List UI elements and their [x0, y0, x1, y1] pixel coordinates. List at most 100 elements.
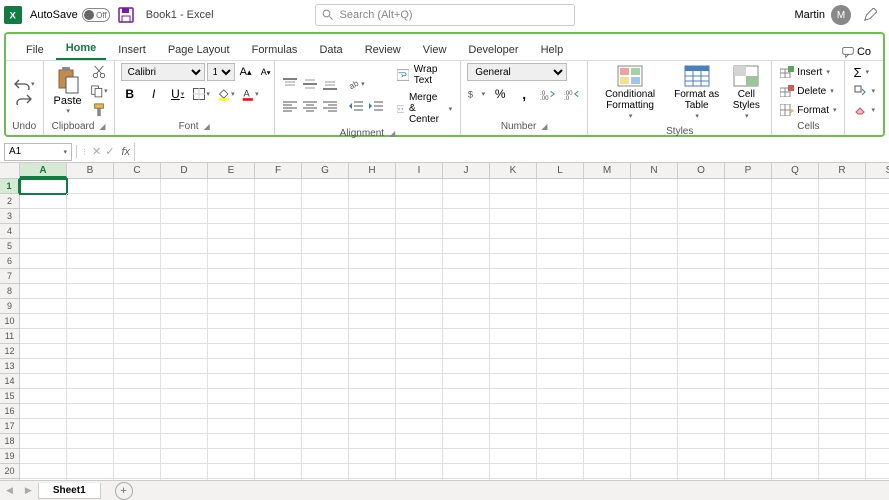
cell-N10[interactable] — [631, 314, 678, 329]
cell-M1[interactable] — [584, 179, 631, 194]
decrease-decimal-button[interactable]: .00.0 — [563, 85, 581, 103]
borders-button[interactable]: ▾ — [193, 85, 211, 103]
cell-C4[interactable] — [114, 224, 161, 239]
cell-E2[interactable] — [208, 194, 255, 209]
cell-S12[interactable] — [866, 344, 889, 359]
cell-R3[interactable] — [819, 209, 866, 224]
cancel-formula-button[interactable]: ✕ — [92, 145, 101, 158]
cell-I14[interactable] — [396, 374, 443, 389]
cell-E11[interactable] — [208, 329, 255, 344]
name-box[interactable]: A1 ▾ — [4, 143, 72, 161]
cell-R16[interactable] — [819, 404, 866, 419]
enter-formula-button[interactable]: ✓ — [105, 145, 114, 158]
cell-Q20[interactable] — [772, 464, 819, 479]
bold-button[interactable]: B — [121, 85, 139, 103]
cell-C9[interactable] — [114, 299, 161, 314]
column-header-I[interactable]: I — [396, 163, 443, 178]
cell-N6[interactable] — [631, 254, 678, 269]
cell-B12[interactable] — [67, 344, 114, 359]
number-launcher-icon[interactable]: ◢ — [541, 122, 547, 131]
cell-K9[interactable] — [490, 299, 537, 314]
cell-S1[interactable] — [866, 179, 889, 194]
cell-S5[interactable] — [866, 239, 889, 254]
cell-B19[interactable] — [67, 449, 114, 464]
cell-F6[interactable] — [255, 254, 302, 269]
cell-Q5[interactable] — [772, 239, 819, 254]
cell-J5[interactable] — [443, 239, 490, 254]
conditional-formatting-button[interactable]: Conditional Formatting▾ — [594, 63, 666, 124]
column-header-O[interactable]: O — [678, 163, 725, 178]
increase-indent-button[interactable] — [367, 97, 385, 115]
cell-J8[interactable] — [443, 284, 490, 299]
cell-K15[interactable] — [490, 389, 537, 404]
row-header-9[interactable]: 9 — [0, 299, 20, 314]
cell-G5[interactable] — [302, 239, 349, 254]
cell-M7[interactable] — [584, 269, 631, 284]
row-header-14[interactable]: 14 — [0, 374, 20, 389]
tab-home[interactable]: Home — [56, 38, 107, 60]
cell-N17[interactable] — [631, 419, 678, 434]
cell-J1[interactable] — [443, 179, 490, 194]
row-header-19[interactable]: 19 — [0, 449, 20, 464]
cell-D14[interactable] — [161, 374, 208, 389]
cell-E13[interactable] — [208, 359, 255, 374]
cell-S3[interactable] — [866, 209, 889, 224]
cell-O7[interactable] — [678, 269, 725, 284]
cell-K2[interactable] — [490, 194, 537, 209]
cell-A9[interactable] — [20, 299, 67, 314]
cell-P6[interactable] — [725, 254, 772, 269]
cells-area[interactable] — [20, 179, 889, 498]
cell-B2[interactable] — [67, 194, 114, 209]
formula-input[interactable] — [134, 143, 889, 161]
cell-Q17[interactable] — [772, 419, 819, 434]
cell-F10[interactable] — [255, 314, 302, 329]
cell-D12[interactable] — [161, 344, 208, 359]
column-header-S[interactable]: S — [866, 163, 889, 178]
cell-B20[interactable] — [67, 464, 114, 479]
cell-E5[interactable] — [208, 239, 255, 254]
cell-D3[interactable] — [161, 209, 208, 224]
cell-L6[interactable] — [537, 254, 584, 269]
row-header-8[interactable]: 8 — [0, 284, 20, 299]
cell-S13[interactable] — [866, 359, 889, 374]
cell-O3[interactable] — [678, 209, 725, 224]
row-header-3[interactable]: 3 — [0, 209, 20, 224]
cell-Q8[interactable] — [772, 284, 819, 299]
undo-button[interactable]: ▾ — [12, 77, 37, 91]
cell-S4[interactable] — [866, 224, 889, 239]
cell-P10[interactable] — [725, 314, 772, 329]
cell-D11[interactable] — [161, 329, 208, 344]
cell-M14[interactable] — [584, 374, 631, 389]
cell-E7[interactable] — [208, 269, 255, 284]
cell-M8[interactable] — [584, 284, 631, 299]
increase-decimal-button[interactable]: .0.00 — [539, 85, 557, 103]
cell-P8[interactable] — [725, 284, 772, 299]
cell-D20[interactable] — [161, 464, 208, 479]
cell-O18[interactable] — [678, 434, 725, 449]
cell-M18[interactable] — [584, 434, 631, 449]
cell-P5[interactable] — [725, 239, 772, 254]
select-all-corner[interactable] — [0, 163, 20, 179]
cell-G1[interactable] — [302, 179, 349, 194]
cell-G3[interactable] — [302, 209, 349, 224]
cell-I17[interactable] — [396, 419, 443, 434]
column-header-C[interactable]: C — [114, 163, 161, 178]
cell-H3[interactable] — [349, 209, 396, 224]
cell-Q10[interactable] — [772, 314, 819, 329]
comments-button[interactable]: Co — [840, 44, 873, 60]
row-header-15[interactable]: 15 — [0, 389, 20, 404]
cell-I12[interactable] — [396, 344, 443, 359]
cell-K18[interactable] — [490, 434, 537, 449]
cell-Q15[interactable] — [772, 389, 819, 404]
cell-A8[interactable] — [20, 284, 67, 299]
cell-D5[interactable] — [161, 239, 208, 254]
percent-button[interactable]: % — [491, 85, 509, 103]
cell-M11[interactable] — [584, 329, 631, 344]
column-header-L[interactable]: L — [537, 163, 584, 178]
cell-H10[interactable] — [349, 314, 396, 329]
cell-I3[interactable] — [396, 209, 443, 224]
cell-J4[interactable] — [443, 224, 490, 239]
cell-K7[interactable] — [490, 269, 537, 284]
number-format-select[interactable]: General — [467, 63, 567, 81]
cell-E18[interactable] — [208, 434, 255, 449]
